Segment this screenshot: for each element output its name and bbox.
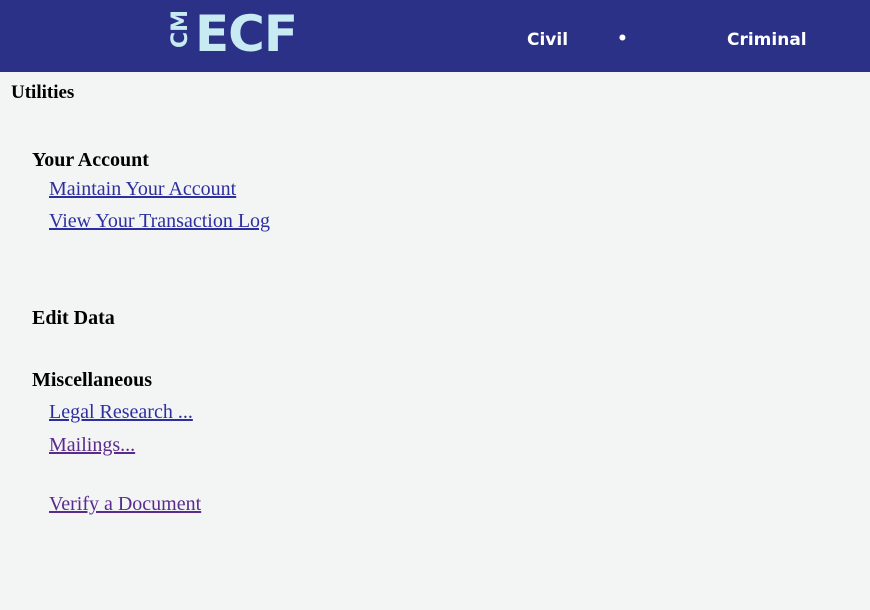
logo-cm-text: CM [168,9,193,48]
top-navigation-bar: CM ECF Civil • Criminal [0,0,870,72]
maintain-your-account-link[interactable]: Maintain Your Account [49,178,236,201]
legal-research-link[interactable]: Legal Research ... [49,401,193,424]
mailings-link[interactable]: Mailings... [49,434,135,457]
section-heading-your-account: Your Account [32,149,149,171]
page-title: Utilities [11,82,75,103]
nav-civil-menu[interactable]: Civil [527,30,568,50]
cmecf-logo[interactable]: CM ECF [167,5,298,63]
verify-document-link[interactable]: Verify a Document [49,493,201,516]
nav-criminal-menu[interactable]: Criminal [727,30,807,50]
nav-separator-dot: • [617,29,628,49]
logo-ecf-text: ECF [195,5,298,63]
section-heading-miscellaneous: Miscellaneous [32,369,152,391]
main-content: Utilities Your Account Maintain Your Acc… [0,72,870,610]
view-transaction-log-link[interactable]: View Your Transaction Log [49,210,270,233]
section-heading-edit-data: Edit Data [32,307,115,329]
